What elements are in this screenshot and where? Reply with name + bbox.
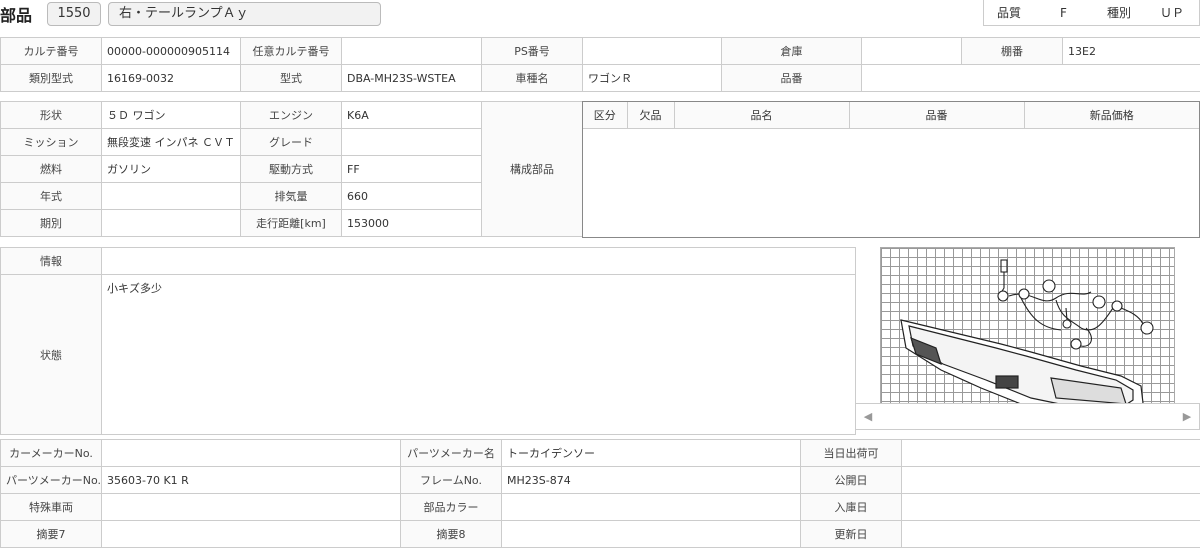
mission-label: ミッション xyxy=(1,129,102,156)
ps-no-label: PS番号 xyxy=(482,38,583,65)
info-label: 情報 xyxy=(1,248,102,275)
memo7-label: 摘要7 xyxy=(1,521,102,548)
update-date-value xyxy=(902,521,1200,548)
quality-value: F xyxy=(1034,0,1094,26)
arrival-date-label: 入庫日 xyxy=(801,494,902,521)
parts-maker-no-label: パーツメーカーNo. xyxy=(1,467,102,494)
special-car-value xyxy=(102,494,401,521)
part-code-label: 品番 xyxy=(722,65,862,92)
components-label: 構成部品 xyxy=(482,102,583,237)
part-color-label: 部品カラー xyxy=(401,494,502,521)
mission-value: 無段変速 インパネ ＣＶＴ xyxy=(102,129,241,156)
condition-value: 小キズ多少 xyxy=(102,275,856,435)
parts-maker-name-label: パーツメーカー名 xyxy=(401,440,502,467)
frame-no-label: フレームNo. xyxy=(401,467,502,494)
engine-value: K6A xyxy=(342,102,482,129)
shape-value: ５Ｄ ワゴン xyxy=(102,102,241,129)
maker-info-table: カーメーカーNo. パーツメーカー名 トーカイデンソー 当日出荷可 パーツメーカ… xyxy=(0,439,1200,548)
class-model-label: 類別型式 xyxy=(1,65,102,92)
vehicle-spec-table: 形状 ５Ｄ ワゴン エンジン K6A 構成部品 ミッション 無段変速 インパネ … xyxy=(0,101,583,237)
parts-maker-name-value: トーカイデンソー xyxy=(502,440,801,467)
opt-karte-value xyxy=(342,38,482,65)
chevron-right-icon[interactable]: ▶ xyxy=(1177,406,1197,428)
col-item-name: 品名 xyxy=(674,102,849,129)
karte-info-table: カルテ番号 00000-000000905114 任意カルテ番号 PS番号 倉庫… xyxy=(0,37,1200,92)
parts-maker-no-value: 35603-70 K1 R xyxy=(102,467,401,494)
drive-label: 駆動方式 xyxy=(241,156,342,183)
engine-label: エンジン xyxy=(241,102,342,129)
update-date-label: 更新日 xyxy=(801,521,902,548)
ps-no-value xyxy=(583,38,722,65)
fuel-label: 燃料 xyxy=(1,156,102,183)
page-title: 部品 xyxy=(0,2,32,26)
grade-label: グレード xyxy=(241,129,342,156)
shelf-label: 棚番 xyxy=(962,38,1063,65)
same-day-label: 当日出荷可 xyxy=(801,440,902,467)
image-scrollbar[interactable]: ◀ ▶ xyxy=(855,403,1200,430)
arrival-date-value xyxy=(902,494,1200,521)
quality-label: 品質 xyxy=(983,0,1035,26)
chevron-left-icon[interactable]: ◀ xyxy=(858,406,878,428)
condition-label: 状態 xyxy=(1,275,102,435)
warehouse-label: 倉庫 xyxy=(722,38,862,65)
car-maker-no-label: カーメーカーNo. xyxy=(1,440,102,467)
col-new-price: 新品価格 xyxy=(1024,102,1199,129)
period-label: 期別 xyxy=(1,210,102,237)
part-color-value xyxy=(502,494,801,521)
part-name-field[interactable]: 右・テールランプＡｙ xyxy=(108,2,381,26)
karte-no-label: カルテ番号 xyxy=(1,38,102,65)
memo8-label: 摘要8 xyxy=(401,521,502,548)
type-label: 種別 xyxy=(1093,0,1146,26)
opt-karte-label: 任意カルテ番号 xyxy=(241,38,342,65)
publish-date-label: 公開日 xyxy=(801,467,902,494)
fuel-value: ガソリン xyxy=(102,156,241,183)
col-item-code: 品番 xyxy=(849,102,1024,129)
displacement-label: 排気量 xyxy=(241,183,342,210)
type-value: ＵＰ xyxy=(1145,0,1200,26)
col-missing: 欠品 xyxy=(627,102,674,129)
col-category: 区分 xyxy=(583,102,627,129)
mileage-value: 153000 xyxy=(342,210,482,237)
year-label: 年式 xyxy=(1,183,102,210)
info-value xyxy=(102,248,856,275)
year-value xyxy=(102,183,241,210)
warehouse-value xyxy=(862,38,962,65)
notes-table: 情報 状態 小キズ多少 xyxy=(0,247,856,435)
frame-no-value: MH23S-874 xyxy=(502,467,801,494)
shelf-value: 13E2 xyxy=(1063,38,1200,65)
same-day-value xyxy=(902,440,1200,467)
class-model-value: 16169-0032 xyxy=(102,65,241,92)
shape-label: 形状 xyxy=(1,102,102,129)
model-value: DBA-MH23S-WSTEA xyxy=(342,65,482,92)
part-code-value xyxy=(862,65,1200,92)
components-panel: 区分 欠品 品名 品番 新品価格 xyxy=(582,101,1200,238)
displacement-value: 660 xyxy=(342,183,482,210)
mileage-label: 走行距離[km] xyxy=(241,210,342,237)
part-number-field[interactable]: 1550 xyxy=(47,2,101,26)
memo7-value xyxy=(102,521,401,548)
grade-value xyxy=(342,129,482,156)
model-label: 型式 xyxy=(241,65,342,92)
car-maker-no-value xyxy=(102,440,401,467)
karte-no-value: 00000-000000905114 xyxy=(102,38,241,65)
car-name-value: ワゴンＲ xyxy=(583,65,722,92)
publish-date-value xyxy=(902,467,1200,494)
memo8-value xyxy=(502,521,801,548)
special-car-label: 特殊車両 xyxy=(1,494,102,521)
components-table: 区分 欠品 品名 品番 新品価格 xyxy=(583,102,1199,129)
drive-value: FF xyxy=(342,156,482,183)
period-value xyxy=(102,210,241,237)
car-name-label: 車種名 xyxy=(482,65,583,92)
